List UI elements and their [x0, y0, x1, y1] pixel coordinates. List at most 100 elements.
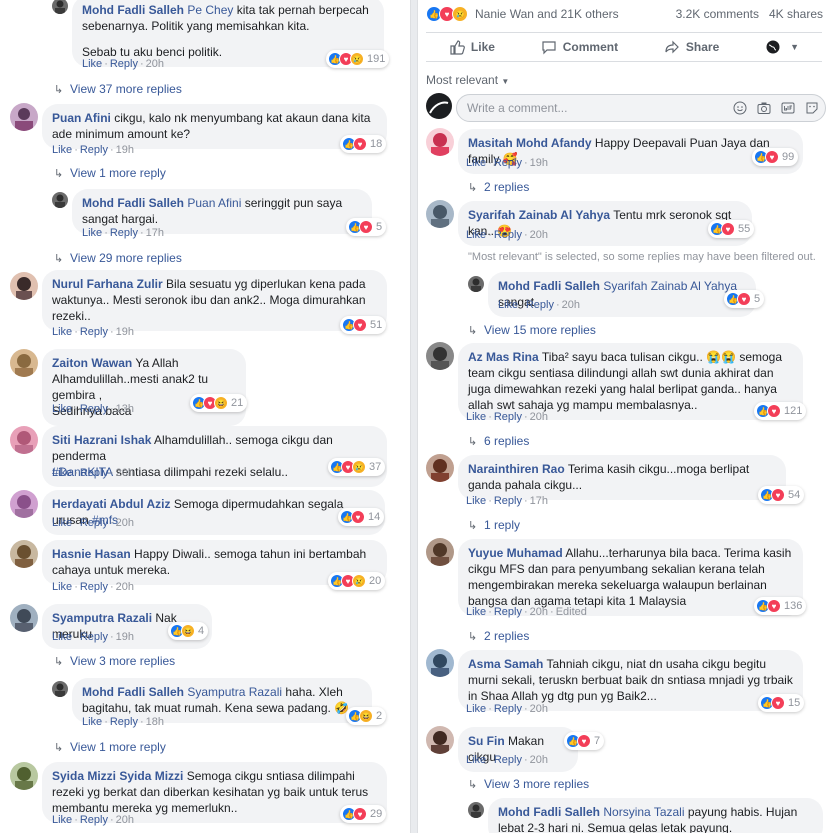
- avatar[interactable]: [426, 342, 454, 370]
- view-more-replies[interactable]: ↳ View 29 more replies: [54, 251, 182, 265]
- share-button[interactable]: Share: [664, 39, 719, 55]
- like-link[interactable]: Like: [466, 411, 486, 423]
- reaction-summary[interactable]: 👍 ♥ 15: [758, 694, 805, 712]
- like-link[interactable]: Like: [466, 754, 486, 766]
- avatar[interactable]: [52, 681, 68, 697]
- avatar[interactable]: [52, 192, 68, 208]
- avatar[interactable]: [10, 762, 38, 790]
- commenter-name[interactable]: Mohd Fadli Salleh: [82, 685, 184, 699]
- timestamp[interactable]: 20h: [562, 299, 580, 311]
- reaction-summary[interactable]: 👍 ♥ 121: [754, 402, 807, 420]
- like-link[interactable]: Like: [52, 144, 72, 156]
- timestamp[interactable]: 20h: [530, 703, 548, 715]
- avatar[interactable]: [426, 200, 454, 228]
- reply-link[interactable]: Reply: [494, 157, 522, 169]
- reply-link[interactable]: Reply: [80, 403, 108, 415]
- reaction-summary[interactable]: 👍 ♥ 18: [340, 135, 387, 153]
- mention-tag[interactable]: Pe Chey: [187, 3, 233, 17]
- commenter-name[interactable]: Mohd Fadli Salleh: [82, 3, 184, 17]
- reaction-summary[interactable]: 👍 ♥ 5: [724, 290, 765, 308]
- reply-link[interactable]: Reply: [526, 299, 554, 311]
- timestamp[interactable]: 20h: [116, 581, 134, 593]
- reaction-summary[interactable]: 👍 ♥ 😢 20: [328, 572, 386, 590]
- commenter-name[interactable]: Az Mas Rina: [468, 350, 539, 364]
- sort-dropdown[interactable]: Most relevant ▼: [426, 73, 509, 87]
- reaction-summary[interactable]: 👍 ♥ 😢 191: [326, 50, 390, 68]
- comment-input[interactable]: [467, 101, 697, 115]
- commenter-name[interactable]: Siti Hazrani Ishak: [52, 433, 151, 447]
- reply-link[interactable]: Reply: [80, 581, 108, 593]
- timestamp[interactable]: 19h: [116, 631, 134, 643]
- timestamp[interactable]: 20h: [530, 411, 548, 423]
- mention-tag[interactable]: Syarifah Zainab Al Yahya: [603, 279, 737, 293]
- commenter-name[interactable]: Syarifah Zainab Al Yahya: [468, 208, 610, 222]
- reply-link[interactable]: Reply: [110, 58, 138, 70]
- view-more-replies[interactable]: ↳ View 1 more reply: [54, 740, 166, 754]
- reply-link[interactable]: Reply: [80, 814, 108, 826]
- reaction-summary[interactable]: 👍 ♥ 55: [708, 220, 755, 238]
- timestamp[interactable]: 19h: [530, 157, 548, 169]
- commenter-name[interactable]: Syida Mizzi Syida Mizzi: [52, 769, 183, 783]
- like-link[interactable]: Like: [52, 631, 72, 643]
- comment-input-box[interactable]: [456, 94, 826, 122]
- reaction-summary[interactable]: 👍 ♥ 29: [340, 805, 387, 823]
- view-more-replies[interactable]: ↳ 1 reply: [468, 518, 520, 532]
- current-user-avatar[interactable]: [426, 93, 452, 119]
- like-link[interactable]: Like: [82, 227, 102, 239]
- sticker-icon[interactable]: [804, 100, 819, 115]
- like-link[interactable]: Like: [52, 403, 72, 415]
- view-more-replies[interactable]: ↳ View 15 more replies: [468, 323, 596, 337]
- reaction-summary[interactable]: 👍 ♥ 51: [340, 316, 387, 334]
- timestamp[interactable]: 18h: [146, 716, 164, 728]
- avatar[interactable]: [426, 128, 454, 156]
- view-more-replies[interactable]: ↳ 6 replies: [468, 434, 529, 448]
- avatar[interactable]: [10, 349, 38, 377]
- view-more-replies[interactable]: ↳ 2 replies: [468, 180, 529, 194]
- timestamp[interactable]: 17h: [530, 495, 548, 507]
- reply-link[interactable]: Reply: [494, 495, 522, 507]
- timestamp[interactable]: 20h: [530, 606, 548, 618]
- commenter-name[interactable]: Syamputra Razali: [52, 611, 152, 625]
- emoji-icon[interactable]: [732, 100, 747, 115]
- timestamp[interactable]: 20h: [116, 517, 134, 529]
- commenter-name[interactable]: Mohd Fadli Salleh: [498, 279, 600, 293]
- commenter-name[interactable]: Nurul Farhana Zulir: [52, 277, 163, 291]
- mention-tag[interactable]: Norsyina Tazali: [603, 805, 684, 819]
- reply-link[interactable]: Reply: [80, 631, 108, 643]
- avatar[interactable]: [10, 272, 38, 300]
- reply-link[interactable]: Reply: [110, 716, 138, 728]
- commenter-name[interactable]: Herdayati Abdul Aziz: [52, 497, 170, 511]
- avatar[interactable]: [426, 649, 454, 677]
- commenter-name[interactable]: Mohd Fadli Salleh: [498, 805, 600, 819]
- commenter-name[interactable]: Masitah Mohd Afandy: [468, 136, 592, 150]
- like-link[interactable]: Like: [82, 58, 102, 70]
- camera-icon[interactable]: [756, 100, 771, 115]
- comments-count[interactable]: 3.2K comments: [676, 7, 759, 21]
- reply-link[interactable]: Reply: [494, 229, 522, 241]
- avatar[interactable]: [10, 426, 38, 454]
- timestamp[interactable]: 20h: [116, 814, 134, 826]
- commenter-name[interactable]: Mohd Fadli Salleh: [82, 196, 184, 210]
- shares-count[interactable]: 4K shares: [769, 7, 823, 21]
- timestamp[interactable]: 19h: [116, 144, 134, 156]
- avatar[interactable]: [426, 726, 454, 754]
- audience-selector[interactable]: ▼: [765, 39, 799, 55]
- commenter-name[interactable]: Asma Samah: [468, 657, 543, 671]
- timestamp[interactable]: 20h: [530, 229, 548, 241]
- reply-link[interactable]: Reply: [80, 517, 108, 529]
- avatar[interactable]: [10, 540, 38, 568]
- reply-link[interactable]: Reply: [80, 467, 108, 479]
- reaction-summary[interactable]: 👍 ♥ 😢 Nanie Wan and 21K others: [426, 6, 619, 22]
- timestamp[interactable]: 13h: [116, 403, 134, 415]
- like-link[interactable]: Like: [466, 157, 486, 169]
- view-more-replies[interactable]: ↳ View 3 more replies: [54, 654, 175, 668]
- reaction-summary[interactable]: 👍 ♥ 136: [754, 597, 807, 615]
- reaction-summary[interactable]: 👍 ♥ 7: [564, 732, 605, 750]
- reply-link[interactable]: Reply: [110, 227, 138, 239]
- timestamp[interactable]: 20h: [146, 58, 164, 70]
- avatar[interactable]: [10, 490, 38, 518]
- reply-link[interactable]: Reply: [80, 144, 108, 156]
- reaction-summary[interactable]: 👍 ♥ 99: [752, 148, 799, 166]
- avatar[interactable]: [52, 0, 68, 14]
- edited-label[interactable]: Edited: [556, 606, 587, 618]
